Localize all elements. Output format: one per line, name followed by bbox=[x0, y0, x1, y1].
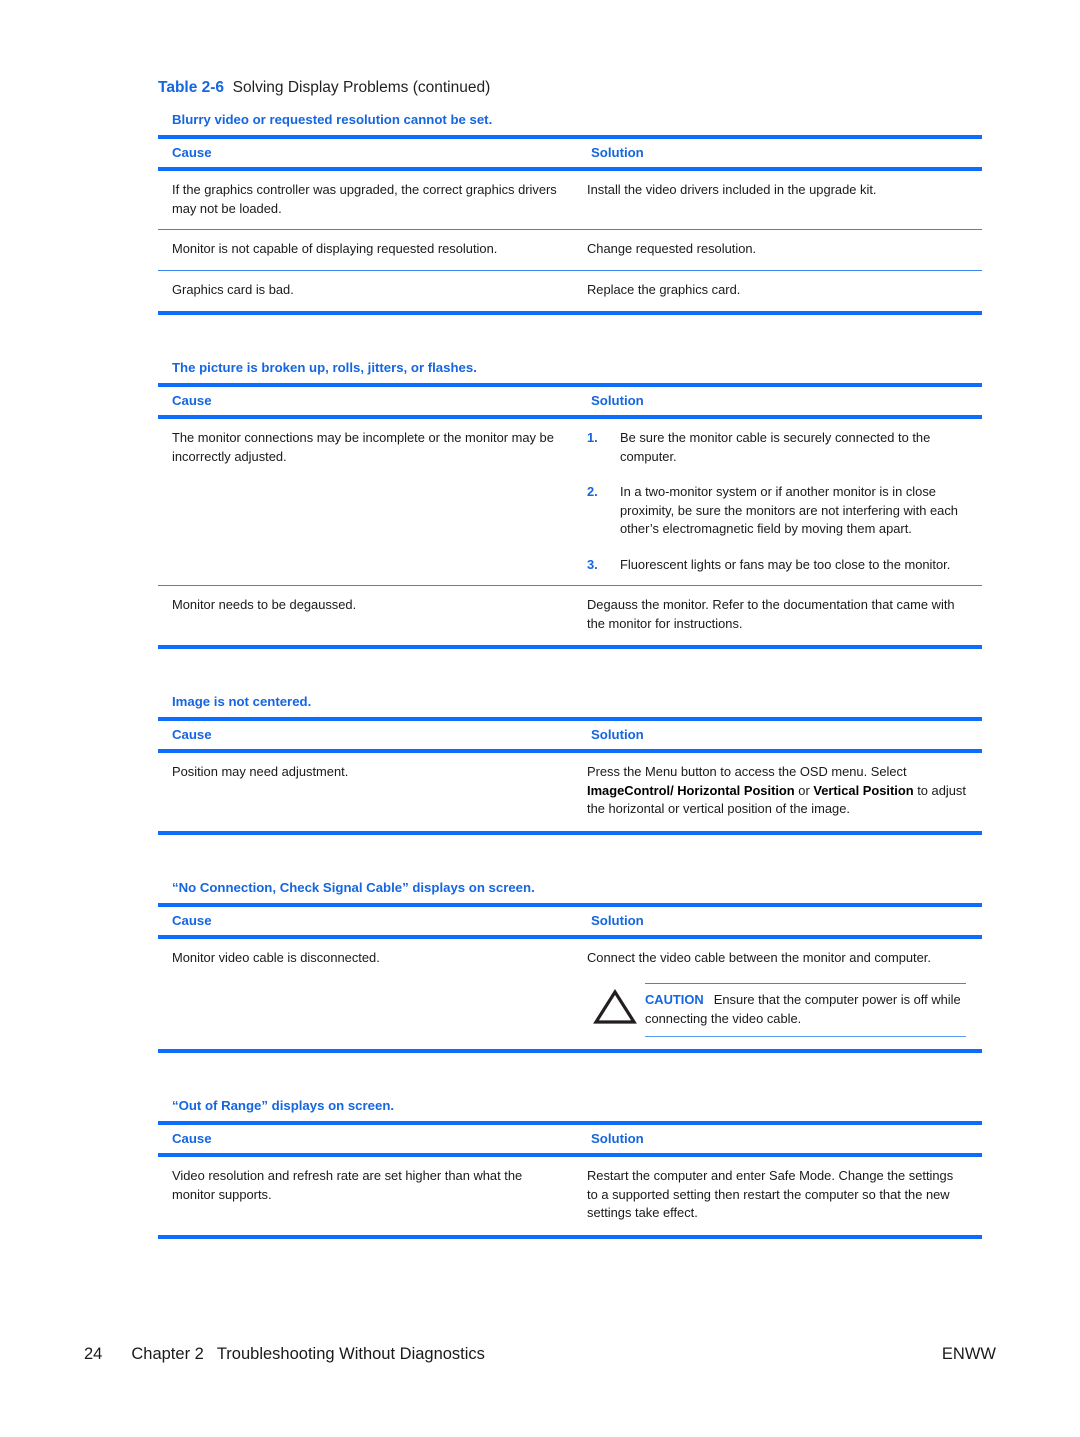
table-row: Position may need adjustment. Press the … bbox=[158, 751, 982, 835]
column-header-cause: Cause bbox=[158, 383, 577, 419]
cause-cell: Graphics card is bad. bbox=[158, 270, 577, 315]
solution-cell: Press the Menu button to access the OSD … bbox=[577, 751, 982, 835]
step-text: In a two-monitor system or if another mo… bbox=[620, 484, 958, 536]
list-item: 1. Be sure the monitor cable is securely… bbox=[587, 429, 966, 466]
cause-cell: Video resolution and refresh rate are se… bbox=[158, 1155, 577, 1239]
table-row: Monitor needs to be degaussed. Degauss t… bbox=[158, 585, 982, 649]
step-text: Fluorescent lights or fans may be too cl… bbox=[620, 556, 951, 572]
page-footer: 24 Chapter 2 Troubleshooting Without Dia… bbox=[84, 1345, 996, 1364]
section-title: Blurry video or requested resolution can… bbox=[172, 112, 493, 127]
solution-text-mid: or bbox=[794, 782, 814, 798]
section-no-connection: “No Connection, Check Signal Cable” disp… bbox=[158, 879, 982, 1054]
table-row: If the graphics controller was upgraded,… bbox=[158, 169, 982, 230]
troubleshooting-table: Cause Solution Video resolution and refr… bbox=[158, 1121, 982, 1239]
footer-chapter: Chapter 2 bbox=[131, 1345, 204, 1363]
solution-cell: Install the video drivers included in th… bbox=[577, 169, 982, 230]
document-page: Table 2-6 Solving Display Problems (cont… bbox=[0, 0, 1080, 1437]
table-header-row: Cause Solution bbox=[158, 383, 982, 419]
table-caption-text: Solving Display Problems (continued) bbox=[232, 79, 491, 96]
cause-cell: Monitor needs to be degaussed. bbox=[158, 585, 577, 649]
column-header-cause: Cause bbox=[158, 135, 577, 171]
caution-label: CAUTION bbox=[645, 992, 704, 1007]
solution-cell: Replace the graphics card. bbox=[577, 270, 982, 315]
cause-cell: If the graphics controller was upgraded,… bbox=[158, 169, 577, 230]
solution-text: Connect the video cable between the moni… bbox=[587, 949, 931, 965]
footer-left: 24 Chapter 2 Troubleshooting Without Dia… bbox=[84, 1345, 485, 1364]
warning-triangle-icon bbox=[593, 989, 637, 1025]
section-picture-broken-up: The picture is broken up, rolls, jitters… bbox=[158, 359, 982, 649]
section-title: “Out of Range” displays on screen. bbox=[172, 1098, 395, 1113]
solution-cell: Restart the computer and enter Safe Mode… bbox=[577, 1155, 982, 1239]
troubleshooting-table: Cause Solution Monitor video cable is di… bbox=[158, 902, 982, 1054]
section-blurry-video: Blurry video or requested resolution can… bbox=[158, 111, 982, 315]
footer-right-label: ENWW bbox=[941, 1345, 996, 1363]
caution-note: CAUTION Ensure that the computer power is… bbox=[587, 983, 966, 1037]
cause-cell: Position may need adjustment. bbox=[158, 751, 577, 835]
step-number: 1. bbox=[587, 430, 598, 445]
troubleshooting-table: Cause Solution If the graphics controlle… bbox=[158, 135, 982, 315]
column-header-solution: Solution bbox=[577, 902, 982, 939]
solution-bold-imagecontrol: ImageControl/ Horizontal Position bbox=[587, 782, 795, 798]
column-header-solution: Solution bbox=[577, 717, 982, 753]
footer-chapter-title: Troubleshooting Without Diagnostics bbox=[216, 1345, 485, 1363]
section-title: Image is not centered. bbox=[172, 694, 312, 709]
table-caption: Table 2-6 Solving Display Problems (cont… bbox=[158, 78, 982, 98]
column-header-solution: Solution bbox=[577, 135, 982, 171]
list-item: 3. Fluorescent lights or fans may be too… bbox=[587, 556, 966, 575]
cause-cell: Monitor video cable is disconnected. bbox=[158, 936, 577, 1053]
table-row: The monitor connections may be incomplet… bbox=[158, 417, 982, 586]
page-content: Table 2-6 Solving Display Problems (cont… bbox=[158, 78, 982, 1239]
section-out-of-range: “Out of Range” displays on screen. Cause… bbox=[158, 1097, 982, 1239]
table-header-row: Cause Solution bbox=[158, 1121, 982, 1157]
solution-text-pre: Press the Menu button to access the OSD … bbox=[587, 764, 907, 779]
page-number: 24 bbox=[84, 1345, 103, 1363]
troubleshooting-table: Cause Solution The monitor connections m… bbox=[158, 383, 982, 649]
solution-step-list: 1. Be sure the monitor cable is securely… bbox=[587, 429, 966, 574]
table-row: Video resolution and refresh rate are se… bbox=[158, 1155, 982, 1239]
solution-bold-vertical-position: Vertical Position bbox=[813, 782, 914, 798]
cause-cell: The monitor connections may be incomplet… bbox=[158, 417, 577, 586]
column-header-cause: Cause bbox=[158, 1121, 577, 1157]
column-header-cause: Cause bbox=[158, 902, 577, 939]
step-number: 2. bbox=[587, 484, 598, 499]
table-caption-number: Table 2-6 bbox=[158, 79, 225, 96]
cause-cell: Monitor is not capable of displaying req… bbox=[158, 229, 577, 271]
solution-cell: Degauss the monitor. Refer to the docume… bbox=[577, 585, 982, 649]
column-header-cause: Cause bbox=[158, 717, 577, 753]
table-header-row: Cause Solution bbox=[158, 135, 982, 171]
section-title: “No Connection, Check Signal Cable” disp… bbox=[172, 879, 535, 895]
caution-body: CAUTION Ensure that the computer power is… bbox=[645, 983, 966, 1037]
troubleshooting-table: Cause Solution Position may need adjustm… bbox=[158, 717, 982, 835]
solution-cell: 1. Be sure the monitor cable is securely… bbox=[577, 417, 982, 586]
step-number: 3. bbox=[587, 556, 598, 572]
table-row: Monitor is not capable of displaying req… bbox=[158, 229, 982, 271]
step-text: Be sure the monitor cable is securely co… bbox=[620, 430, 931, 464]
table-row: Graphics card is bad. Replace the graphi… bbox=[158, 270, 982, 315]
section-image-not-centered: Image is not centered. Cause Solution Po… bbox=[158, 693, 982, 835]
solution-cell: Change requested resolution. bbox=[577, 229, 982, 271]
column-header-solution: Solution bbox=[577, 1121, 982, 1157]
section-title: The picture is broken up, rolls, jitters… bbox=[172, 360, 477, 375]
table-header-row: Cause Solution bbox=[158, 902, 982, 939]
column-header-solution: Solution bbox=[577, 383, 982, 419]
table-row: Monitor video cable is disconnected. Con… bbox=[158, 936, 982, 1053]
table-header-row: Cause Solution bbox=[158, 717, 982, 753]
solution-cell: Connect the video cable between the moni… bbox=[577, 936, 982, 1053]
list-item: 2. In a two-monitor system or if another… bbox=[587, 483, 966, 539]
